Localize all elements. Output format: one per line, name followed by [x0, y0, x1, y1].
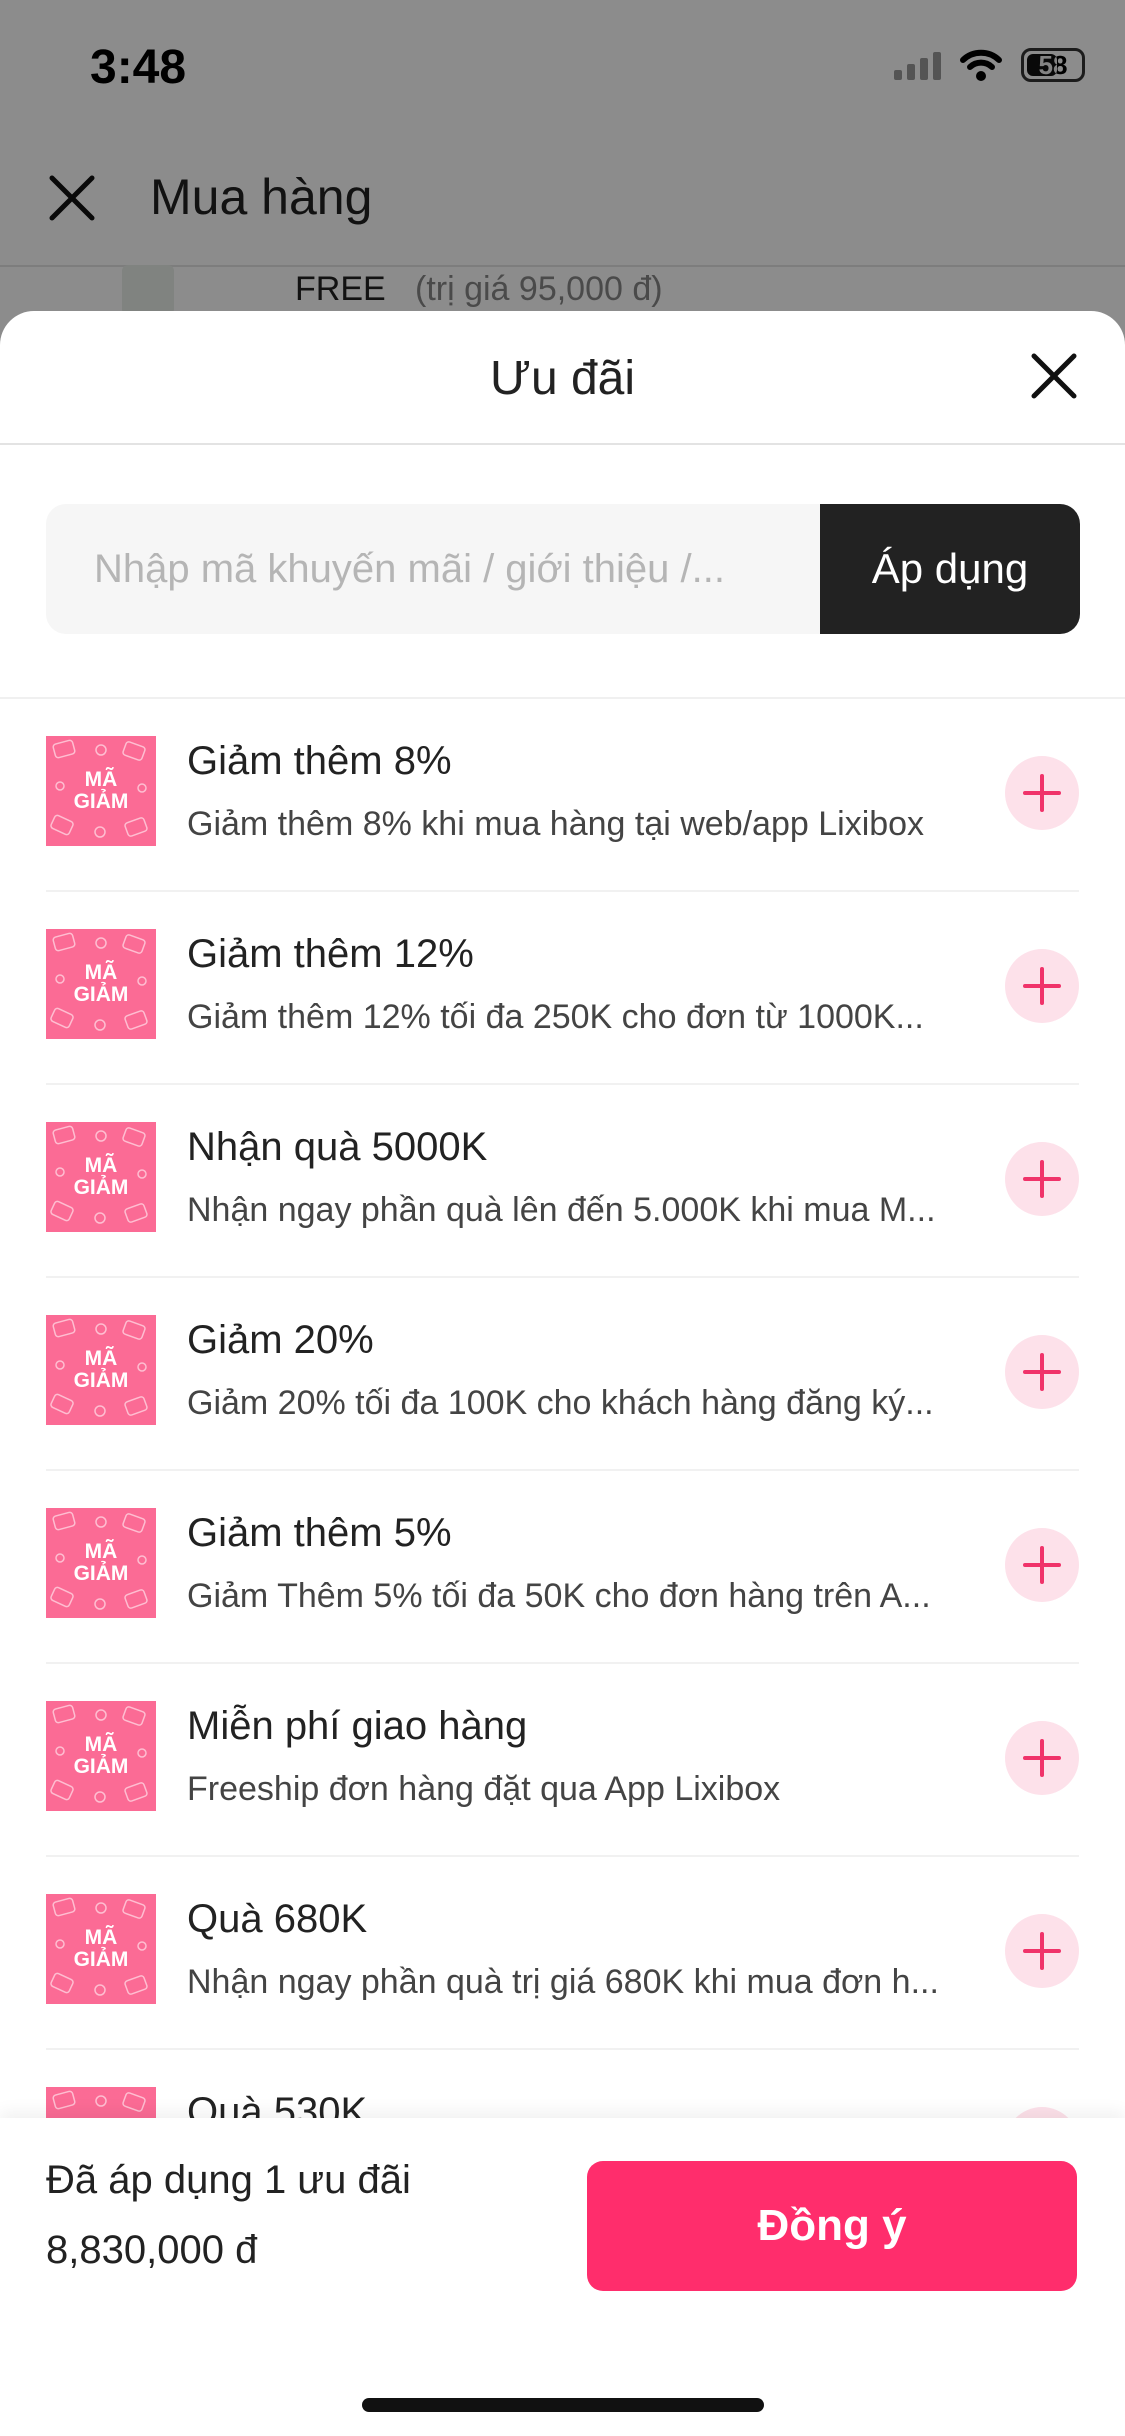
badge-line-2: GIẢM	[73, 1369, 129, 1392]
promotion-description: Freeship đơn hàng đặt qua App Lixibox	[187, 1770, 781, 1808]
badge-line-2: GIẢM	[73, 790, 129, 813]
sheet-title: Ưu đãi	[489, 352, 636, 405]
promotion-title: Giảm 20%	[187, 1318, 374, 1362]
total-amount: 8,830,000 đ	[46, 2228, 258, 2272]
promotion-description: Giảm Thêm 5% tối đa 50K cho đơn hàng trê…	[187, 1577, 931, 1615]
home-indicator	[362, 2398, 764, 2412]
discount-badge-icon: MÃGIẢM	[46, 1122, 156, 1232]
promo-code-box: Áp dụng	[46, 504, 1080, 634]
promotion-title: Giảm thêm 5%	[187, 1511, 452, 1555]
apply-button[interactable]: Áp dụng	[820, 504, 1080, 634]
promotion-title: Quà 680K	[187, 1897, 368, 1941]
promotion-title: Miễn phí giao hàng	[187, 1704, 528, 1748]
badge-line-1: MÃ	[84, 1540, 118, 1563]
badge-line-2: GIẢM	[73, 1948, 129, 1971]
add-promotion-button[interactable]	[1005, 1335, 1079, 1409]
add-promotion-button[interactable]	[1005, 1721, 1079, 1795]
add-promotion-button[interactable]	[1005, 949, 1079, 1023]
badge-line-1: MÃ	[84, 1733, 118, 1756]
promotion-item[interactable]: MÃ GIẢM Nhận quà 5000K Nhận ngay phần quà l…	[46, 1085, 1079, 1278]
promotion-description: Giảm 20% tối đa 100K cho khách hàng đăng…	[187, 1384, 934, 1422]
promotion-item[interactable]: MÃ GIẢM Giảm thêm 12% Giảm thêm 12% tối đa …	[46, 892, 1079, 1085]
promotion-item[interactable]: MÃ GIẢM Miễn phí giao hàng Freeship đơn hàn…	[46, 1664, 1079, 1857]
agree-button[interactable]: Đồng ý	[587, 2161, 1077, 2291]
add-promotion-button[interactable]	[1005, 756, 1079, 830]
discount-badge-icon: MÃGIẢM	[46, 736, 156, 846]
promotion-title: Nhận quà 5000K	[187, 1125, 488, 1169]
discount-badge-icon: MÃGIẢM	[46, 1315, 156, 1425]
promotion-item[interactable]: MÃ GIẢM Quà 680K Nhận ngay phần quà trị giá…	[46, 1857, 1079, 2050]
promotion-description: Giảm thêm 12% tối đa 250K cho đơn từ 100…	[187, 998, 924, 1036]
badge-line-2: GIẢM	[73, 1755, 129, 1778]
badge-line-1: MÃ	[84, 1154, 118, 1177]
badge-line-2: GIẢM	[73, 983, 129, 1006]
promotion-title: Giảm thêm 8%	[187, 739, 452, 783]
badge-line-2: GIẢM	[73, 1176, 129, 1199]
sheet-header: Ưu đãi	[0, 311, 1125, 445]
promo-code-input[interactable]	[46, 504, 820, 634]
badge-line-1: MÃ	[84, 1926, 118, 1949]
add-promotion-button[interactable]	[1005, 1914, 1079, 1988]
promotion-description: Giảm thêm 8% khi mua hàng tại web/app Li…	[187, 805, 925, 843]
footer: Đã áp dụng 1 ưu đãi 8,830,000 đ Đồng ý	[0, 2118, 1125, 2436]
discount-badge-icon: MÃGIẢM	[46, 1508, 156, 1618]
promotion-item[interactable]: MÃ GIẢM Giảm 20% Giảm 20% tối đa 100K cho k…	[46, 1278, 1079, 1471]
badge-line-2: GIẢM	[73, 1562, 129, 1585]
badge-line-1: MÃ	[84, 768, 118, 791]
discount-badge-icon: MÃGIẢM	[46, 929, 156, 1039]
applied-count-text: Đã áp dụng 1 ưu đãi	[46, 2158, 411, 2202]
promotion-description: Nhận ngay phần quà trị giá 680K khi mua …	[187, 1963, 939, 2001]
promotion-list[interactable]: MÃ GIẢM Giảm thêm 8% Giảm thêm 8% khi mua h…	[0, 699, 1125, 2129]
add-promotion-button[interactable]	[1005, 1528, 1079, 1602]
badge-line-1: MÃ	[84, 1347, 118, 1370]
discount-badge-icon: MÃGIẢM	[46, 1701, 156, 1811]
promotion-description: Nhận ngay phần quà lên đến 5.000K khi mu…	[187, 1191, 936, 1229]
close-sheet-icon[interactable]	[1029, 351, 1079, 401]
discount-badge-icon: MÃGIẢM	[46, 1894, 156, 2004]
badge-line-1: MÃ	[84, 961, 118, 984]
add-promotion-button[interactable]	[1005, 1142, 1079, 1216]
promotion-item[interactable]: MÃ GIẢM Giảm thêm 8% Giảm thêm 8% khi mua h…	[46, 699, 1079, 892]
promotion-item[interactable]: MÃ GIẢM Giảm thêm 5% Giảm Thêm 5% tối đa 50…	[46, 1471, 1079, 1664]
promotion-title: Giảm thêm 12%	[187, 932, 474, 976]
